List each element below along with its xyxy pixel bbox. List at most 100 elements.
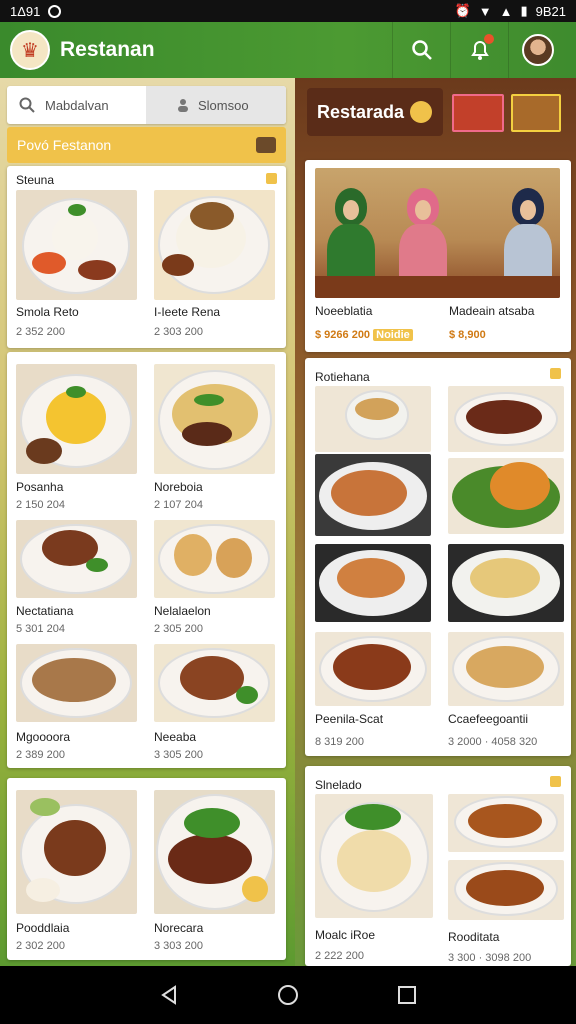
food-image[interactable]: [315, 794, 433, 918]
wifi-icon: ▼: [478, 3, 492, 19]
item-price: 3 305 200: [154, 749, 203, 761]
item-price: $ 8,900: [449, 329, 486, 341]
back-icon[interactable]: [158, 984, 180, 1006]
food-image[interactable]: [315, 544, 431, 622]
item-name: Moalc iRoe: [315, 928, 376, 942]
food-image[interactable]: [315, 454, 431, 536]
item-price: 3 300 · 3098 200: [448, 952, 532, 964]
restaurant-photo[interactable]: [315, 168, 560, 298]
app-title: Restanan: [60, 38, 155, 61]
item-price: 2 303 200: [154, 326, 203, 338]
battery-icon: ▮: [520, 3, 528, 18]
item-name: Madeain atsaba: [449, 304, 535, 318]
item-price: 5 301 204: [16, 623, 65, 635]
notifications-button[interactable]: [450, 22, 508, 78]
alarm-icon: ⏰: [454, 3, 471, 18]
food-image[interactable]: [154, 364, 275, 474]
food-image[interactable]: [448, 458, 564, 534]
food-image[interactable]: [448, 860, 564, 920]
card-heading: Rotiehana: [315, 370, 370, 384]
location-filter-text: Slomsoo: [198, 97, 249, 113]
card-heading: Steuna: [16, 173, 55, 187]
bookmark-icon[interactable]: [550, 776, 561, 787]
item-name: Norecara: [154, 921, 204, 935]
restaurant-card[interactable]: Steuna Smola Reto 2 352 200 I-Ieete Rena…: [7, 166, 286, 348]
food-image[interactable]: [448, 386, 564, 452]
signal-icon: ▲: [499, 3, 513, 19]
item-name: Nectatiana: [16, 604, 74, 618]
item-name: Pooddlaia: [16, 921, 70, 935]
food-image[interactable]: [315, 632, 431, 706]
restaurant-card[interactable]: Pooddlaia 2 302 200 Norecara 3 303 200: [7, 778, 286, 960]
status-clock: 9Β21: [535, 3, 566, 19]
bookmark-icon[interactable]: [266, 173, 277, 184]
item-name: I-Ieete Rena: [154, 305, 221, 319]
status-time: 1Δ91: [10, 3, 41, 19]
food-image[interactable]: [448, 794, 564, 852]
item-price: 2 150 204: [16, 499, 65, 511]
section-label: Povó Festanon: [17, 137, 112, 153]
featured-header[interactable]: Restarada: [307, 88, 443, 136]
food-image[interactable]: [315, 386, 431, 452]
section-bar[interactable]: Povó Festanon: [7, 127, 286, 163]
item-price: 2 389 200: [16, 749, 65, 761]
recents-icon[interactable]: [396, 984, 418, 1006]
restaurant-card[interactable]: Rotiehana Peenila-Scat 8 319 200 Ccaefee…: [305, 358, 571, 756]
item-name: Posanha: [16, 480, 64, 494]
item-price: 2 107 204: [154, 499, 203, 511]
status-bar: 1Δ91 ⏰ ▼ ▲ ▮ 9Β21: [0, 0, 576, 22]
notification-icon: [48, 4, 62, 18]
food-image[interactable]: [154, 520, 275, 598]
location-filter[interactable]: Slomsoo: [146, 86, 286, 124]
item-price: 2 305 200: [154, 623, 203, 635]
price-badge: Noidie: [373, 329, 413, 341]
basket-icon[interactable]: [256, 137, 276, 153]
food-image[interactable]: [154, 644, 275, 722]
search-icon: [19, 97, 35, 113]
featured-title: Restarada: [317, 101, 405, 122]
food-image[interactable]: [448, 632, 564, 706]
item-name: Ccaefeegoantii: [448, 712, 529, 726]
medal-icon: [410, 101, 433, 123]
restaurant-card[interactable]: Posanha 2 150 204 Noreboia 2 107 204 Nec…: [7, 352, 286, 768]
food-image[interactable]: [154, 790, 275, 914]
food-image[interactable]: [16, 520, 137, 598]
search-button[interactable]: [392, 22, 450, 78]
item-price: 2 302 200: [16, 940, 65, 952]
search-input[interactable]: Mabdalvan: [7, 86, 146, 124]
search-input-text: Mabdalvan: [45, 97, 109, 113]
food-image[interactable]: [154, 190, 275, 300]
item-price: 2 352 200: [16, 326, 65, 338]
system-nav-bar: [0, 966, 576, 1024]
item-price: $ 9266 200 Noidie: [315, 329, 413, 341]
user-icon: [178, 99, 188, 112]
avatar: [521, 34, 554, 66]
app-bar: ♛ Restanan: [0, 22, 576, 78]
notification-badge: [484, 34, 494, 44]
item-price: 3 2000 · 4058 320: [448, 736, 538, 748]
item-name: Smola Reto: [16, 305, 79, 319]
item-price: 3 303 200: [154, 940, 203, 952]
bookmark-icon[interactable]: [550, 368, 561, 379]
item-price: 2 222 200: [315, 950, 364, 962]
restaurant-card[interactable]: Slnelado Moalc iRoe 2 222 200 Rooditata …: [305, 766, 571, 966]
item-name: Rooditata: [448, 930, 500, 944]
item-name: Nelalaelon: [154, 604, 211, 618]
item-name: Peenila-Scat: [315, 712, 384, 726]
search-row: Mabdalvan Slomsoo: [7, 86, 286, 124]
item-name: Neeaba: [154, 730, 197, 744]
card-heading: Slnelado: [315, 778, 362, 792]
food-image[interactable]: [16, 190, 137, 300]
item-price: 8 319 200: [315, 736, 364, 748]
item-name: Noreboia: [154, 480, 203, 494]
featured-thumbnail[interactable]: [511, 94, 561, 132]
app-logo: ♛: [10, 30, 50, 70]
food-image[interactable]: [16, 364, 137, 474]
food-image[interactable]: [16, 644, 137, 722]
search-icon: [411, 40, 432, 60]
home-icon[interactable]: [277, 984, 299, 1006]
featured-thumbnail[interactable]: [452, 94, 504, 132]
food-image[interactable]: [448, 544, 564, 622]
food-image[interactable]: [16, 790, 137, 914]
profile-button[interactable]: [508, 22, 566, 78]
